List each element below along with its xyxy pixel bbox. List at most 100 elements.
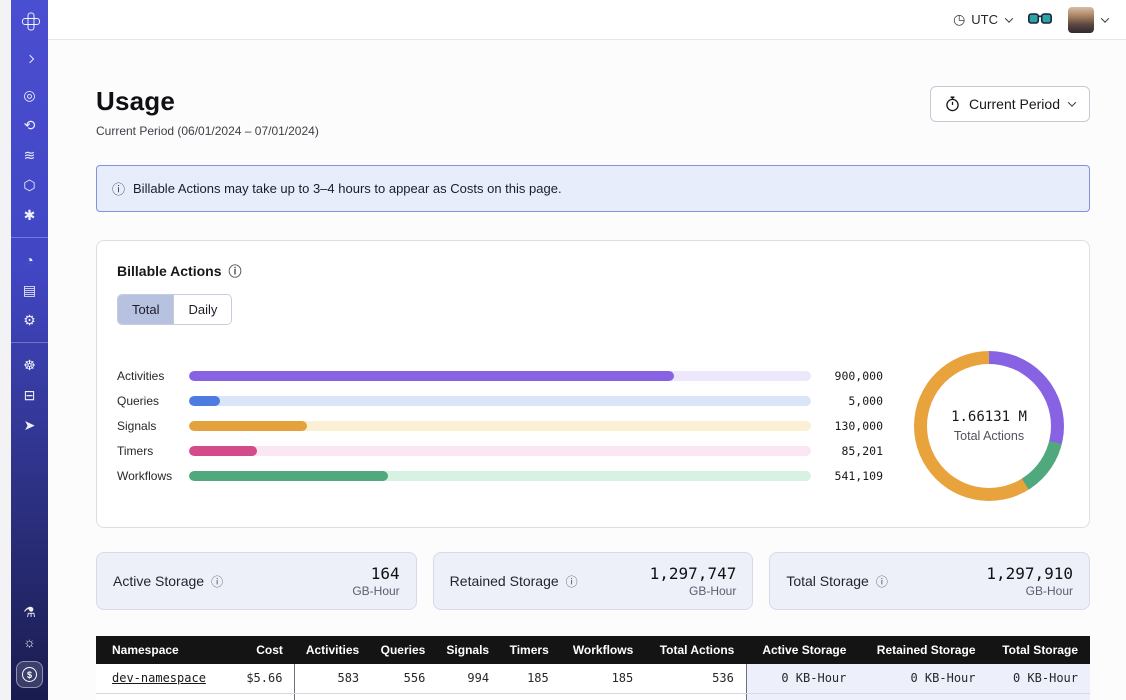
theme-sun-icon[interactable]: ☼ bbox=[18, 630, 42, 654]
bar-track bbox=[189, 396, 811, 406]
cell-namespace: dev-namespace bbox=[96, 693, 238, 700]
billable-actions-card: Billable Actions ⓘ Total Daily Activitie… bbox=[96, 240, 1090, 528]
bar-fill bbox=[189, 471, 388, 481]
bar-row-timers: Timers 85,201 bbox=[117, 446, 883, 457]
cell-activities: 583 bbox=[295, 664, 371, 693]
cell-total_storage: 0 KB-Hour bbox=[988, 693, 1091, 700]
info-icon: ⓘ bbox=[112, 179, 125, 198]
currency-dollar-icon[interactable]: $ bbox=[16, 661, 43, 688]
tab-total[interactable]: Total bbox=[118, 295, 173, 324]
bar-label: Workflows bbox=[117, 469, 189, 483]
storage-card-unit: GB-Hour bbox=[352, 584, 399, 598]
nexus-asterisk-icon[interactable]: ✱ bbox=[18, 203, 42, 227]
avatar[interactable] bbox=[1068, 7, 1094, 33]
bar-row-queries: Queries 5,000 bbox=[117, 396, 883, 407]
namespace-link[interactable]: dev-namespace bbox=[112, 671, 206, 685]
bar-value: 85,201 bbox=[811, 444, 883, 458]
rocket-icon[interactable]: ➤ bbox=[18, 413, 42, 437]
temporal-logo-shape bbox=[22, 12, 38, 28]
bar-track bbox=[189, 371, 811, 381]
info-icon: ⓘ bbox=[229, 261, 242, 280]
glasses-icon[interactable] bbox=[1028, 13, 1052, 26]
schedules-icon[interactable]: ⟲ bbox=[18, 113, 42, 137]
collapse-chevron-icon[interactable] bbox=[18, 47, 42, 71]
billing-card-icon[interactable]: ▤ bbox=[18, 278, 42, 302]
cell-workflows: 185 bbox=[561, 664, 646, 693]
cell-retained_storage: 0 KB-Hour bbox=[858, 664, 987, 693]
usage-gauge-icon[interactable]: ◔ bbox=[18, 248, 42, 272]
bar-fill bbox=[189, 396, 220, 406]
cell-total_actions: 536 bbox=[645, 693, 746, 700]
topbar: ◷ UTC bbox=[48, 0, 1126, 40]
table-header-row: NamespaceCostActivitiesQueriesSignalsTim… bbox=[96, 636, 1090, 664]
sidebar: ◎ ⟲ ≋ ⬡ ✱ ◔ ▤ ⚙ ☸ ⊟ ➤ ⚗ ☼ $ bbox=[11, 0, 48, 700]
lab-flask-icon[interactable]: ⚗ bbox=[18, 600, 42, 624]
cell-active_storage: 0 KB-Hour bbox=[746, 693, 858, 700]
storage-card-unit: GB-Hour bbox=[986, 584, 1073, 598]
column-header-workflows: Workflows bbox=[561, 636, 646, 664]
bar-value: 130,000 bbox=[811, 419, 883, 433]
billable-tabs: Total Daily bbox=[117, 294, 232, 325]
chevron-down-icon bbox=[1101, 14, 1109, 22]
bar-row-signals: Signals 130,000 bbox=[117, 421, 883, 432]
storage-card-value: 164 bbox=[352, 564, 399, 583]
cell-queries: 556 bbox=[371, 664, 437, 693]
cell-workflows: 130 bbox=[561, 693, 646, 700]
cell-active_storage: 0 KB-Hour bbox=[746, 664, 858, 693]
info-icon: ⓘ bbox=[211, 573, 223, 590]
bar-value: 5,000 bbox=[811, 394, 883, 408]
period-selector-button[interactable]: Current Period bbox=[930, 86, 1090, 122]
donut-total-label: Total Actions bbox=[954, 429, 1024, 443]
period-button-label: Current Period bbox=[969, 96, 1060, 112]
donut-total-value: 1.66131 M bbox=[951, 409, 1027, 425]
table-row: dev-namespace$5.665835569941851855360 KB… bbox=[96, 664, 1090, 693]
cell-activities: 423 bbox=[295, 693, 371, 700]
timezone-selector[interactable]: ◷ UTC bbox=[953, 11, 1012, 28]
temporal-logo[interactable] bbox=[18, 8, 42, 32]
bar-label: Timers bbox=[117, 444, 189, 458]
cell-retained_storage: 0 KB-Hour bbox=[858, 693, 987, 700]
storage-card-label: Active Storage bbox=[113, 573, 204, 589]
storage-card-unit: GB-Hour bbox=[650, 584, 737, 598]
info-banner: ⓘ Billable Actions may take up to 3–4 ho… bbox=[96, 165, 1090, 212]
tab-daily[interactable]: Daily bbox=[173, 295, 231, 324]
retained-storage-card: Retained Storage ⓘ 1,297,747 GB-Hour bbox=[433, 552, 754, 610]
bar-track bbox=[189, 471, 811, 481]
column-header-queries: Queries bbox=[371, 636, 437, 664]
docs-icon[interactable]: ⊟ bbox=[18, 383, 42, 407]
namespace-usage-table: NamespaceCostActivitiesQueriesSignalsTim… bbox=[96, 636, 1090, 700]
column-header-retained_storage: Retained Storage bbox=[858, 636, 987, 664]
cell-queries: 561 bbox=[371, 693, 437, 700]
namespaces-icon[interactable]: ◎ bbox=[18, 83, 42, 107]
chevron-down-icon bbox=[1005, 14, 1013, 22]
left-gutter bbox=[0, 0, 11, 700]
cell-timers: 877 bbox=[501, 693, 561, 700]
cell-cost: 29.32 bbox=[238, 693, 295, 700]
support-lifebuoy-icon[interactable]: ☸ bbox=[18, 353, 42, 377]
user-menu[interactable] bbox=[1068, 7, 1108, 33]
layers-icon[interactable]: ≋ bbox=[18, 143, 42, 167]
bar-label: Signals bbox=[117, 419, 189, 433]
settings-gear-icon[interactable]: ⚙ bbox=[18, 308, 42, 332]
bar-label: Activities bbox=[117, 369, 189, 383]
bar-track bbox=[189, 421, 811, 431]
column-header-timers: Timers bbox=[501, 636, 561, 664]
active-storage-card: Active Storage ⓘ 164 GB-Hour bbox=[96, 552, 417, 610]
current-period-subtitle: Current Period (06/01/2024 – 07/01/2024) bbox=[96, 124, 319, 138]
bar-value: 541,109 bbox=[811, 469, 883, 483]
column-header-total_storage: Total Storage bbox=[988, 636, 1091, 664]
chevron-down-icon bbox=[1068, 98, 1076, 106]
cell-namespace: dev-namespace bbox=[96, 664, 238, 693]
main-content: Usage Current Period (06/01/2024 – 07/01… bbox=[48, 40, 1126, 700]
column-header-namespace: Namespace bbox=[96, 636, 238, 664]
sidebar-divider bbox=[11, 237, 48, 238]
billable-bar-chart: Activities900,000Queries5,000Signals130,… bbox=[117, 371, 883, 482]
bar-track bbox=[189, 446, 811, 456]
deployments-icon[interactable]: ⬡ bbox=[18, 173, 42, 197]
storage-card-label: Retained Storage bbox=[450, 573, 559, 589]
stopwatch-icon bbox=[945, 96, 960, 112]
bar-label: Queries bbox=[117, 394, 189, 408]
storage-card-value: 1,297,747 bbox=[650, 564, 737, 583]
cell-total_storage: 0 KB-Hour bbox=[988, 664, 1091, 693]
column-header-signals: Signals bbox=[437, 636, 501, 664]
